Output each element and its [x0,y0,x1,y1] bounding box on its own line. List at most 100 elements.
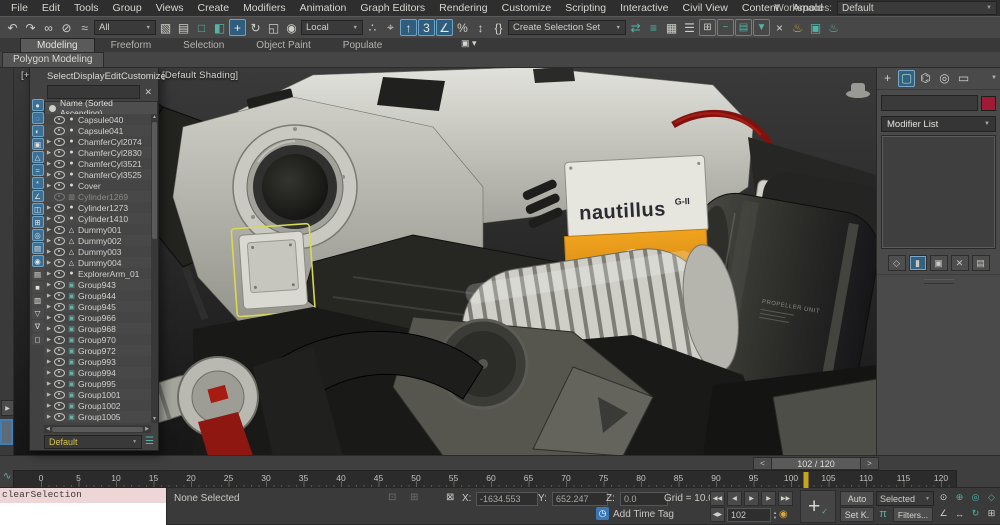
filter-sets-icon[interactable]: ▽ [32,307,44,319]
expand-arrow-icon[interactable]: ▶ [46,337,52,343]
visibility-eye-icon[interactable] [54,204,65,212]
scene-object-row[interactable]: ▶ Cover [44,180,151,191]
play-button[interactable]: ▶ [744,491,759,506]
scrollbar-thumb[interactable] [52,427,143,432]
show-end-result-button[interactable]: ▮ [909,255,927,271]
layer-explorer-toggle-icon[interactable]: ☰ [681,19,698,36]
visibility-eye-icon[interactable] [54,413,65,421]
expand-arrow-icon[interactable]: ▶ [46,348,52,354]
named-selection-sets-icon[interactable]: {} [490,19,507,36]
scroll-left-icon[interactable]: ◀ [46,426,50,432]
menu-item[interactable]: Animation [293,1,354,15]
ribbon-tab[interactable]: Populate [327,39,398,52]
ribbon-tab[interactable]: Modeling [20,38,95,52]
expand-arrow-icon[interactable]: ▶ [46,359,52,365]
expand-arrow-icon[interactable]: ▶ [46,381,52,387]
field-of-view-icon[interactable]: ∠ [936,506,951,521]
rollout-grip[interactable] [924,279,954,284]
scene-object-row[interactable]: ▶ Group1005 [44,411,151,422]
ribbon-overflow-icon[interactable]: ▣ ▾ [455,38,483,49]
visibility-eye-icon[interactable] [54,336,65,344]
scene-object-row[interactable]: ▶ Cylinder1410 [44,213,151,224]
display-cameras-icon[interactable]: ▣ [32,138,44,150]
make-unique-button[interactable]: ▣ [930,255,948,271]
maxscript-mini-listener[interactable]: clearSelection [0,488,167,524]
scene-object-row[interactable]: ▶ Group993 [44,356,151,367]
expand-arrow-icon[interactable]: ▶ [46,172,52,178]
expand-arrow-icon[interactable]: ▶ [46,293,52,299]
select-and-move-icon[interactable]: + [229,19,246,36]
display-xrefs-icon[interactable]: ◎ [32,229,44,241]
select-and-place-icon[interactable]: ◉ [283,19,300,36]
layers-icon[interactable]: ☰ [145,436,154,447]
auto-key-button[interactable]: Auto [840,491,874,506]
reference-coordinate-dropdown[interactable]: Local [301,20,363,35]
filters-button[interactable]: Filters... [893,507,933,522]
menu-item[interactable]: Edit [35,1,67,15]
y-coordinate-field[interactable]: 652.247 [552,492,608,506]
select-and-scale-icon[interactable]: ◱ [265,19,282,36]
spinner-snap-icon[interactable]: ↕ [472,19,489,36]
key-filter-icon[interactable]: π [876,507,890,520]
select-and-link-icon[interactable]: ∞ [40,19,57,36]
zoom-region-icon[interactable]: ◇ [984,490,999,505]
expand-arrow-icon[interactable]: ▶ [46,205,52,211]
mini-curve-editor-icon[interactable]: ∿ [3,471,11,482]
display-geometry-icon[interactable]: ● [32,99,44,111]
display-groups-icon[interactable]: ⊞ [32,216,44,228]
menu-item[interactable]: Civil View [676,1,735,15]
visibility-eye-icon[interactable] [54,215,65,223]
scene-object-row[interactable]: ▶ Group1002 [44,400,151,411]
container-icon[interactable]: ◻ [32,333,44,345]
explorer-menu-item[interactable]: Edit [105,71,121,82]
scene-object-row[interactable]: ▶ Group972 [44,345,151,356]
undo-icon[interactable]: ↶ [4,19,21,36]
active-layer-dropdown[interactable]: Default [44,435,142,449]
visibility-eye-icon[interactable] [54,138,65,146]
object-color-swatch[interactable] [981,96,996,111]
object-name-field[interactable] [881,95,978,111]
scene-object-row[interactable]: ▶ Group970 [44,334,151,345]
unlink-selection-icon[interactable]: ⊘ [58,19,75,36]
motion-tab[interactable]: ◎ [936,70,953,87]
scene-object-row[interactable]: ▶ Dummy003 [44,246,151,257]
set-key-button[interactable]: Set K. [840,507,874,522]
scene-object-row[interactable]: ▶ ExplorerArm_01 [44,268,151,279]
key-mode-toggle-icon[interactable]: ◉ [779,509,788,520]
display-mode-icon[interactable]: ■ [32,281,44,293]
visibility-eye-icon[interactable] [54,358,65,366]
go-to-start-button[interactable]: ◀◀ [710,491,725,506]
visibility-eye-icon[interactable] [54,369,65,377]
schematic-view-icon[interactable]: ▤ [735,19,752,36]
visibility-eye-icon[interactable] [54,171,65,179]
go-to-end-button[interactable]: ▶▶ [778,491,793,506]
scene-object-row[interactable]: ▶ Group966 [44,312,151,323]
active-layout-thumb[interactable] [0,419,13,445]
zoom-all-icon[interactable]: ⊕ [952,490,967,505]
menu-item[interactable]: Views [149,1,191,15]
scene-object-row[interactable]: ▶ Group994 [44,367,151,378]
expand-arrow-icon[interactable]: ▶ [46,238,52,244]
key-step-icon[interactable]: ◀▶ [710,507,725,522]
menu-item[interactable]: Graph Editors [353,1,432,15]
state-sets-icon[interactable]: × [771,19,788,36]
environment-dialog-icon[interactable]: ▣ [807,19,824,36]
select-by-name-icon[interactable]: ▤ [175,19,192,36]
align-icon[interactable]: ≡ [645,19,662,36]
orbit-icon[interactable]: ↻ [968,506,983,521]
visibility-eye-icon[interactable] [54,270,65,278]
list-view-icon[interactable]: ▥ [32,294,44,306]
menu-item[interactable]: Group [106,1,149,15]
name-column-header[interactable]: Name (Sorted Ascending) [44,101,158,115]
expand-arrow-icon[interactable]: ▶ [46,282,52,288]
expand-arrow-icon[interactable]: ▶ [46,370,52,376]
display-tab[interactable]: ▭ [955,70,972,87]
display-visibility-icon[interactable]: ◉ [32,255,44,267]
display-lights-icon[interactable]: ◐ [32,125,44,137]
maximize-viewport-icon[interactable]: ⊞ [984,506,999,521]
selection-filter-dropdown[interactable]: All [94,20,156,35]
selection-lock-icon[interactable]: ⊡ [388,492,396,503]
use-pivot-point-icon[interactable]: ∴ [364,19,381,36]
workspaces-dropdown[interactable]: Default ▼ [837,1,997,15]
select-object-icon[interactable]: ▧ [157,19,174,36]
